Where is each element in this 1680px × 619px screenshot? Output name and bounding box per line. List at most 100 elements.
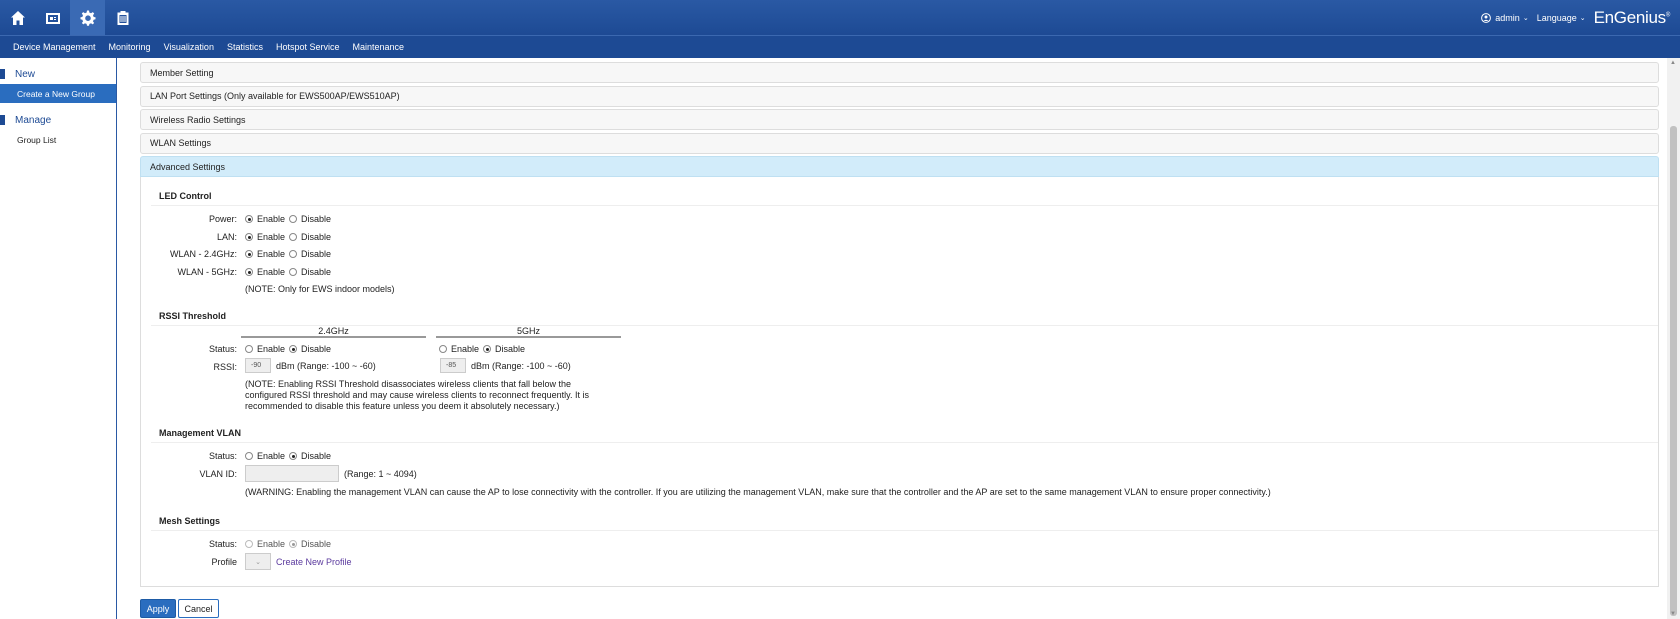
main-nav: Device Management Monitoring Visualizati… bbox=[0, 35, 1680, 58]
section-marker bbox=[0, 115, 5, 125]
wlan24-radio-group: Enable Disable bbox=[245, 249, 335, 259]
sidebar-item-create-group[interactable]: Create a New Group bbox=[0, 84, 116, 103]
sidebar-heading-manage: Manage bbox=[0, 110, 116, 130]
top-bar: admin ⌄ Language ⌄ EnGenius® bbox=[0, 0, 1680, 35]
accordion-member-setting[interactable]: Member Setting bbox=[140, 62, 1659, 83]
user-menu[interactable]: admin ⌄ bbox=[1481, 12, 1529, 23]
led-note: (NOTE: Only for EWS indoor models) bbox=[245, 284, 395, 294]
wlan24-enable-radio[interactable] bbox=[245, 250, 253, 258]
wlan5-disable-radio[interactable] bbox=[289, 268, 298, 276]
rssi24-disable-radio[interactable] bbox=[289, 345, 298, 353]
nav-hotspot-service[interactable]: Hotspot Service bbox=[276, 42, 340, 52]
sidebar-heading-new: New bbox=[0, 64, 116, 84]
vlan-id-range: (Range: 1 ~ 4094) bbox=[344, 468, 417, 479]
vlan-id-row: (Range: 1 ~ 4094) bbox=[245, 465, 417, 482]
rssi-label: RSSI: bbox=[213, 362, 237, 372]
rssi-status-label: Status: bbox=[208, 344, 237, 354]
vlan-status-label: Status: bbox=[208, 451, 237, 461]
wlan24-disable-radio[interactable] bbox=[289, 250, 298, 258]
sidebar: New Create a New Group Manage Group List bbox=[0, 58, 117, 619]
rssi24-row: dBm (Range: -100 ~ -60) bbox=[245, 358, 376, 373]
lan-disable-radio[interactable] bbox=[289, 233, 298, 241]
home-icon[interactable] bbox=[0, 0, 35, 35]
divider bbox=[151, 205, 1658, 206]
rssi5-input[interactable] bbox=[440, 358, 466, 373]
accordion-wireless-radio-settings[interactable]: Wireless Radio Settings bbox=[140, 109, 1659, 130]
mesh-status-label: Status: bbox=[208, 539, 237, 549]
registered-mark: ® bbox=[1665, 11, 1670, 18]
chevron-down-icon: ⌄ bbox=[1579, 14, 1586, 22]
clipboard-icon[interactable] bbox=[105, 0, 140, 35]
divider bbox=[151, 442, 1658, 443]
rssi24-input[interactable] bbox=[245, 358, 271, 373]
divider bbox=[151, 530, 1658, 531]
accordion-advanced-settings[interactable]: Advanced Settings bbox=[140, 156, 1659, 177]
rssi5-disable-radio[interactable] bbox=[483, 345, 492, 353]
power-enable-radio[interactable] bbox=[245, 215, 253, 223]
cancel-button[interactable]: Cancel bbox=[178, 599, 219, 618]
rssi5-row: dBm (Range: -100 ~ -60) bbox=[440, 358, 571, 373]
mesh-profile-label: Profile bbox=[211, 557, 237, 567]
wlan5-enable-radio[interactable] bbox=[245, 268, 253, 276]
mesh-settings-title: Mesh Settings bbox=[159, 516, 221, 526]
nav-statistics[interactable]: Statistics bbox=[227, 42, 263, 52]
nav-maintenance[interactable]: Maintenance bbox=[353, 42, 405, 52]
main-content: Member Setting LAN Port Settings (Only a… bbox=[140, 62, 1659, 587]
brand-logo: EnGenius® bbox=[1593, 7, 1671, 27]
rssi5-range: dBm (Range: -100 ~ -60) bbox=[471, 360, 571, 371]
dashboard-icon[interactable] bbox=[35, 0, 70, 35]
accordion-lan-port-settings[interactable]: LAN Port Settings (Only available for EW… bbox=[140, 85, 1659, 107]
scroll-down-arrow-icon[interactable]: ▼ bbox=[1670, 611, 1676, 617]
band-24ghz-header: 2.4GHz bbox=[241, 326, 426, 338]
scroll-up-arrow-icon[interactable]: ▲ bbox=[1670, 60, 1676, 66]
vlan-status-group: Enable Disable bbox=[245, 451, 335, 461]
apply-button[interactable]: Apply bbox=[140, 599, 176, 618]
mesh-profile-select[interactable]: ⌄ bbox=[245, 553, 271, 570]
vlan-disable-radio[interactable] bbox=[289, 452, 298, 460]
nav-device-management[interactable]: Device Management bbox=[13, 42, 96, 52]
section-marker bbox=[0, 69, 5, 79]
vlan-id-label: VLAN ID: bbox=[199, 469, 237, 479]
rssi-note: (NOTE: Enabling RSSI Threshold disassoci… bbox=[245, 379, 590, 411]
create-new-profile-link[interactable]: Create New Profile bbox=[276, 557, 352, 567]
mesh-enable-radio[interactable] bbox=[245, 540, 253, 548]
sidebar-item-group-list[interactable]: Group List bbox=[0, 130, 116, 149]
scroll-thumb[interactable] bbox=[1670, 126, 1677, 616]
nav-monitoring[interactable]: Monitoring bbox=[109, 42, 151, 52]
mesh-status-group: Enable Disable bbox=[245, 539, 335, 549]
wlan5-label: WLAN - 5GHz: bbox=[177, 267, 237, 277]
rssi24-status-group: Enable Disable bbox=[245, 344, 335, 354]
scrollbar[interactable]: ▲ ▼ bbox=[1667, 58, 1680, 619]
led-control-title: LED Control bbox=[159, 191, 212, 201]
rssi-threshold-title: RSSI Threshold bbox=[159, 311, 227, 321]
vlan-enable-radio[interactable] bbox=[245, 452, 253, 460]
power-disable-radio[interactable] bbox=[289, 215, 298, 223]
advanced-settings-panel: LED Control Power: Enable Disable LAN: E… bbox=[140, 177, 1659, 587]
wlan24-label: WLAN - 2.4GHz: bbox=[169, 249, 237, 259]
chevron-down-icon: ⌄ bbox=[255, 558, 261, 566]
management-vlan-title: Management VLAN bbox=[159, 428, 242, 438]
rssi5-status-group: Enable Disable bbox=[439, 344, 529, 354]
mesh-disable-radio[interactable] bbox=[289, 540, 298, 548]
user-name: admin bbox=[1495, 12, 1520, 23]
chevron-down-icon: ⌄ bbox=[1522, 14, 1529, 22]
gear-icon[interactable] bbox=[70, 0, 105, 35]
lan-label: LAN: bbox=[216, 232, 237, 242]
vlan-id-input[interactable] bbox=[245, 465, 339, 482]
wlan5-radio-group: Enable Disable bbox=[245, 267, 335, 277]
nav-visualization[interactable]: Visualization bbox=[164, 42, 214, 52]
power-label: Power: bbox=[208, 214, 237, 224]
vlan-warning: (WARNING: Enabling the management VLAN c… bbox=[245, 487, 1271, 497]
rssi24-range: dBm (Range: -100 ~ -60) bbox=[276, 360, 376, 371]
user-icon bbox=[1481, 12, 1492, 23]
mesh-profile-row: ⌄ Create New Profile bbox=[245, 553, 352, 570]
rssi24-enable-radio[interactable] bbox=[245, 345, 253, 353]
rssi5-enable-radio[interactable] bbox=[439, 345, 447, 353]
language-menu[interactable]: Language ⌄ bbox=[1537, 13, 1586, 23]
band-5ghz-header: 5GHz bbox=[436, 326, 621, 338]
accordion-wlan-settings[interactable]: WLAN Settings bbox=[140, 132, 1659, 154]
power-radio-group: Enable Disable bbox=[245, 214, 335, 224]
lan-radio-group: Enable Disable bbox=[245, 232, 335, 242]
lan-enable-radio[interactable] bbox=[245, 233, 253, 241]
language-label: Language bbox=[1536, 12, 1577, 23]
